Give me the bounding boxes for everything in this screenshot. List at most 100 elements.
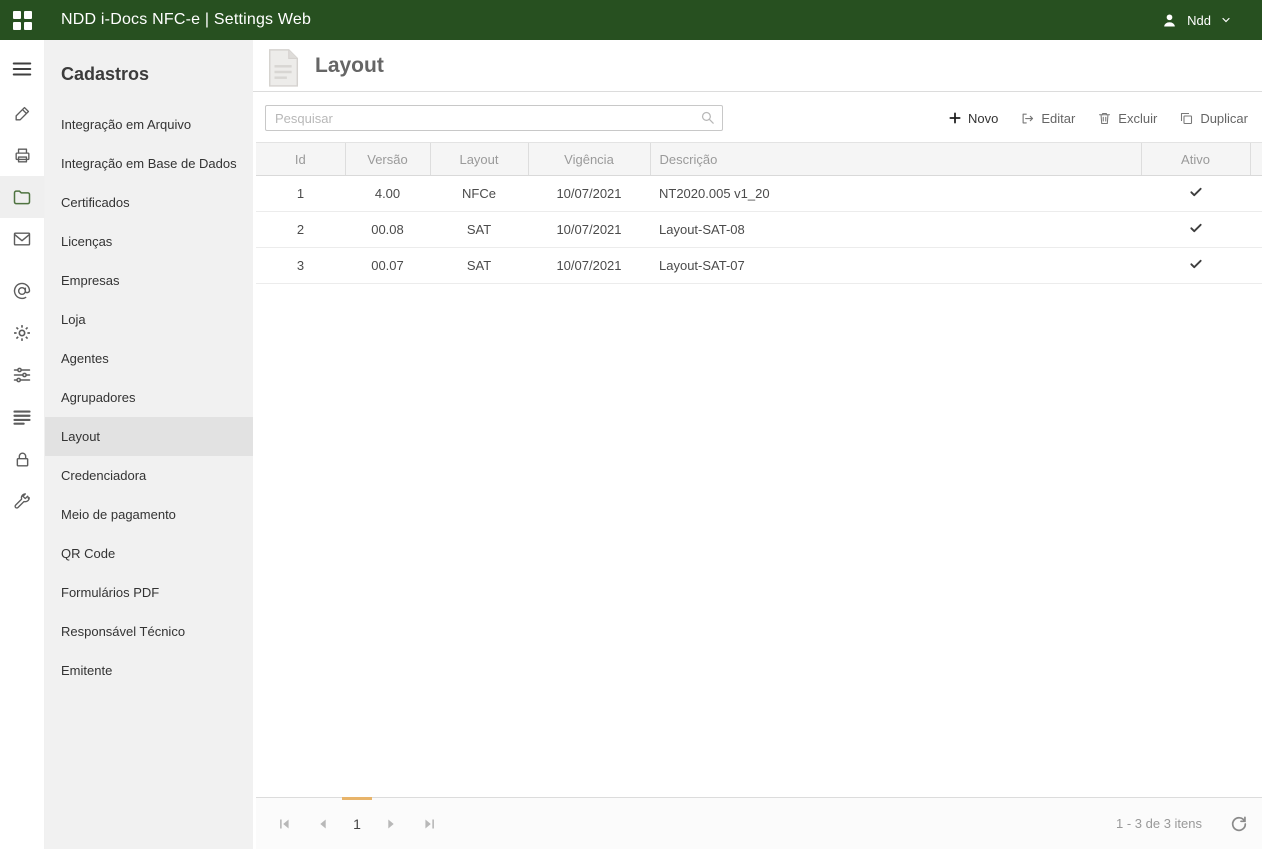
column-header-layout[interactable]: Layout (430, 143, 528, 176)
rail-item-mensagens[interactable] (0, 218, 44, 260)
cell-versao: 4.00 (345, 176, 430, 212)
grid-toolbar: Novo Editar Excluir Duplicar (253, 92, 1262, 142)
sidebar-item-licencas[interactable]: Licenças (45, 222, 253, 261)
cell-ativo (1141, 212, 1250, 248)
table-row[interactable]: 3 00.07 SAT 10/07/2021 Layout-SAT-07 (256, 248, 1262, 284)
cell-vigencia: 10/07/2021 (528, 248, 650, 284)
column-header-ativo[interactable]: Ativo (1141, 143, 1250, 176)
user-menu[interactable]: Ndd (1161, 12, 1262, 29)
sidebar-item-integracao-em-arquivo[interactable]: Integração em Arquivo (45, 105, 253, 144)
editar-button[interactable]: Editar (1020, 111, 1075, 126)
sidebar-item-meio-de-pagamento[interactable]: Meio de pagamento (45, 495, 253, 534)
check-icon (1189, 185, 1203, 199)
main-content: Layout Novo Editar Exc (253, 40, 1262, 849)
sidebar-item-agentes[interactable]: Agentes (45, 339, 253, 378)
prev-page-button[interactable] (304, 798, 342, 849)
column-header-id[interactable]: Id (256, 143, 345, 176)
user-icon (1161, 12, 1178, 29)
column-header-spacer (1250, 143, 1262, 176)
lock-icon (13, 450, 32, 469)
envelope-icon (12, 229, 32, 249)
refresh-icon (1230, 815, 1248, 833)
next-page-icon (382, 815, 400, 833)
rail-item-parametros[interactable] (0, 354, 44, 396)
duplicar-button[interactable]: Duplicar (1179, 111, 1248, 126)
sidebar-item-empresas[interactable]: Empresas (45, 261, 253, 300)
sidebar-item-agrupadores[interactable]: Agrupadores (45, 378, 253, 417)
sidebar-item-layout[interactable]: Layout (45, 417, 253, 456)
pager: 1 1 - 3 de 3 itens (256, 797, 1262, 849)
search-input[interactable] (265, 105, 723, 131)
page-header: Layout (253, 40, 1262, 92)
grid-empty-area (256, 284, 1262, 797)
cell-id: 3 (256, 248, 345, 284)
layout-table: Id Versão Layout Vigência Descrição Ativ… (256, 142, 1262, 284)
sidebar-title: Cadastros (45, 64, 253, 105)
apps-grid-icon[interactable] (0, 11, 45, 30)
menu-toggle[interactable] (0, 46, 44, 92)
topbar: NDD i-Docs NFC-e | Settings Web Ndd (0, 0, 1262, 40)
icon-rail (0, 40, 45, 849)
brush-icon (13, 104, 32, 123)
rail-item-cadastros[interactable] (0, 176, 44, 218)
sidebar-item-qr-code[interactable]: QR Code (45, 534, 253, 573)
sidebar-item-certificados[interactable]: Certificados (45, 183, 253, 222)
toolbar-actions: Novo Editar Excluir Duplicar (948, 111, 1248, 126)
cell-id: 1 (256, 176, 345, 212)
chevron-down-icon (1220, 14, 1232, 26)
rail-item-email[interactable] (0, 270, 44, 312)
sidebar-item-responsavel-tecnico[interactable]: Responsável Técnico (45, 612, 253, 651)
rail-item-ferramentas[interactable] (0, 480, 44, 522)
cell-descricao: NT2020.005 v1_20 (650, 176, 1141, 212)
cell-descricao: Layout-SAT-07 (650, 248, 1141, 284)
sidebar-item-integracao-em-base-de-dados[interactable]: Integração em Base de Dados (45, 144, 253, 183)
last-page-button[interactable] (410, 798, 448, 849)
first-page-button[interactable] (266, 798, 304, 849)
sidebar-item-formularios-pdf[interactable]: Formulários PDF (45, 573, 253, 612)
novo-button[interactable]: Novo (948, 111, 998, 126)
check-icon (1189, 257, 1203, 271)
rail-item-seguranca[interactable] (0, 438, 44, 480)
duplicate-icon (1179, 111, 1194, 126)
trash-icon (1097, 111, 1112, 126)
cell-descricao: Layout-SAT-08 (650, 212, 1141, 248)
page-number[interactable]: 1 (342, 798, 372, 849)
refresh-button[interactable] (1230, 815, 1248, 833)
editar-label: Editar (1041, 111, 1075, 126)
next-page-button[interactable] (372, 798, 410, 849)
column-header-vigencia[interactable]: Vigência (528, 143, 650, 176)
search-icon[interactable] (699, 109, 716, 126)
rail-item-printer[interactable] (0, 134, 44, 176)
check-icon (1189, 221, 1203, 235)
sidebar: Cadastros Integração em Arquivo Integraç… (45, 40, 253, 849)
prev-page-icon (314, 815, 332, 833)
sliders-icon (12, 365, 32, 385)
table-row[interactable]: 1 4.00 NFCe 10/07/2021 NT2020.005 v1_20 (256, 176, 1262, 212)
sidebar-item-emitente[interactable]: Emitente (45, 651, 253, 690)
column-header-versao[interactable]: Versão (345, 143, 430, 176)
app-title: NDD i-Docs NFC-e | Settings Web (61, 11, 311, 29)
sidebar-item-credenciadora[interactable]: Credenciadora (45, 456, 253, 495)
sidebar-item-loja[interactable]: Loja (45, 300, 253, 339)
first-page-icon (276, 815, 294, 833)
menu-icon (11, 58, 33, 80)
rail-item-brush[interactable] (0, 92, 44, 134)
novo-label: Novo (968, 111, 998, 126)
column-header-descricao[interactable]: Descrição (650, 143, 1141, 176)
plus-icon (948, 111, 962, 125)
printer-icon (13, 146, 32, 165)
rail-item-filas[interactable] (0, 396, 44, 438)
cell-ativo (1141, 248, 1250, 284)
excluir-label: Excluir (1118, 111, 1157, 126)
rail-item-configuracoes[interactable] (0, 312, 44, 354)
excluir-button[interactable]: Excluir (1097, 111, 1157, 126)
at-icon (12, 281, 32, 301)
data-grid: Id Versão Layout Vigência Descrição Ativ… (256, 142, 1262, 849)
cell-layout: SAT (430, 248, 528, 284)
folder-icon (12, 187, 32, 207)
table-row[interactable]: 2 00.08 SAT 10/07/2021 Layout-SAT-08 (256, 212, 1262, 248)
edit-icon (1020, 111, 1035, 126)
cell-versao: 00.07 (345, 248, 430, 284)
last-page-icon (420, 815, 438, 833)
cell-layout: SAT (430, 212, 528, 248)
